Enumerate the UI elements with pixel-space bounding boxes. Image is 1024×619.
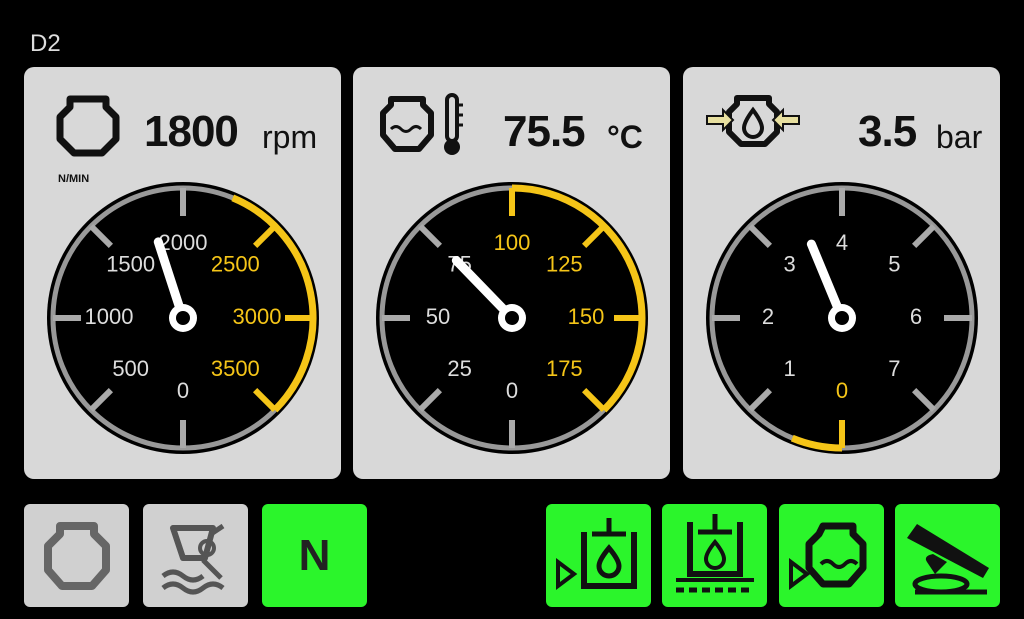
neutral-button[interactable]: N — [262, 504, 367, 607]
coolant-temp-panel: 75.5 °C 0255075100125150175 — [353, 67, 670, 479]
gauge-tick-label: 3 — [784, 251, 796, 276]
gauge-tick-label: 175 — [546, 356, 583, 381]
gauge-tick-label: 150 — [568, 304, 605, 329]
gauge-tick-label: 3500 — [211, 356, 260, 381]
fuel-tank-icon — [556, 518, 637, 590]
oil-pressure-gauge: 0 1 2 3 4 5 6 7 — [706, 182, 978, 454]
wading-button[interactable] — [143, 504, 248, 607]
gauge-tick-label: 0 — [177, 378, 189, 403]
engine-speed-value: 1800 — [144, 107, 239, 156]
oil-pressure-value: 3.5 — [858, 107, 917, 156]
gauge-tick-label: 0 — [506, 378, 518, 403]
gauge-tick-label: 500 — [112, 356, 149, 381]
engine-button[interactable] — [24, 504, 129, 607]
gauge-tick-label: 7 — [888, 356, 900, 381]
engine-coolant-button[interactable] — [779, 504, 884, 607]
coolant-temp-gauge: 0255075100125150175 — [376, 182, 648, 454]
engine-speed-panel: N/MIN 1800 rpm 0 500 1000 1500 2000 2500 3000 3… — [24, 67, 341, 479]
needle-hub-center — [835, 311, 849, 325]
gauge-tick-label: 3000 — [233, 304, 282, 329]
oil-pressure-panel: 3.5 bar 0 1 2 3 4 5 6 7 — [683, 67, 1000, 479]
engine-coolant-icon — [789, 522, 867, 590]
gauge-tick-label: 100 — [494, 230, 531, 255]
gauge-tick-label: 1500 — [106, 251, 155, 276]
wading-icon — [161, 523, 225, 595]
engine-speed-unit: rpm — [262, 119, 318, 155]
gauge-tick-label: 0 — [836, 378, 848, 403]
oil-tank-button[interactable] — [662, 504, 767, 607]
neutral-label: N — [298, 530, 331, 580]
engine-icon — [56, 95, 120, 157]
coolant-temp-unit: °C — [607, 119, 643, 155]
needle-hub-center — [176, 311, 190, 325]
oil-pressure-unit: bar — [936, 119, 983, 155]
gauge-tick-label: 1 — [784, 356, 796, 381]
screen-label: D2 — [30, 30, 61, 57]
gauge-tick-label: 1000 — [85, 304, 134, 329]
gauge-tick-label: 6 — [910, 304, 922, 329]
pedal-button[interactable] — [895, 504, 1000, 607]
fuel-tank-button[interactable] — [546, 504, 651, 607]
coolant-temp-value: 75.5 — [503, 107, 586, 156]
gauge-tick-label: 2500 — [211, 251, 260, 276]
needle-hub-center — [505, 311, 519, 325]
oil-tank-icon — [676, 514, 754, 593]
oil-pressure-icon — [706, 95, 800, 147]
pedal-icon — [907, 524, 989, 595]
gauge-tick-label: 2 — [762, 304, 774, 329]
coolant-temperature-icon — [380, 93, 463, 155]
gauge-tick-label: 125 — [546, 251, 583, 276]
engine-icon — [44, 522, 110, 590]
gauge-tick-label: 5 — [888, 251, 900, 276]
gauge-tick-label: 25 — [447, 356, 471, 381]
gauge-tick-label: 4 — [836, 230, 848, 255]
engine-speed-gauge: 0500100015002000250030003500 — [47, 182, 319, 454]
gauge-tick-label: 50 — [426, 304, 450, 329]
